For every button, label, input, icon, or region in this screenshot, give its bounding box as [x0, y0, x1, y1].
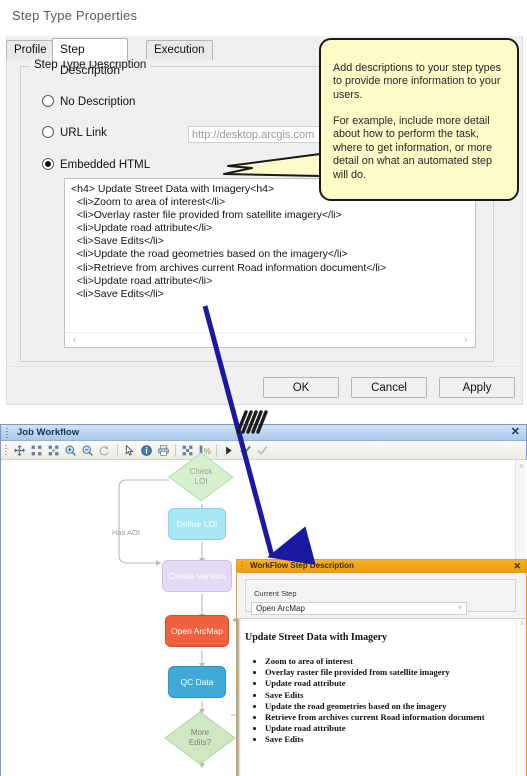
- scroll-up-icon[interactable]: ˄: [516, 462, 527, 471]
- callout-paragraph-2: For example, include more detail about h…: [333, 115, 493, 181]
- step-description-content: Update Street Data with Imagery Zoom to …: [237, 619, 526, 776]
- current-step-dropdown[interactable]: Open ArcMap ˅: [251, 602, 467, 615]
- option-no-description[interactable]: No Description: [42, 95, 135, 111]
- list-item: Zoom to area of interest: [265, 656, 508, 667]
- list-item: Update road attribute: [265, 678, 508, 689]
- window-grip-icon: [241, 562, 243, 571]
- tab-profile[interactable]: Profile: [6, 40, 55, 60]
- edge-label-has-aoi: Has AOI: [112, 528, 140, 537]
- print-icon[interactable]: [157, 444, 170, 457]
- zoom-to-selection-icon[interactable]: [181, 444, 194, 457]
- apply-button[interactable]: Apply: [439, 377, 515, 398]
- radio-no-description[interactable]: [42, 95, 54, 107]
- step-description-heading: Update Street Data with Imagery: [245, 632, 388, 643]
- toolbar-divider-3: [216, 444, 217, 457]
- identify-icon[interactable]: [140, 444, 153, 457]
- callout-bubble: Add descriptions to your step types to p…: [319, 38, 519, 201]
- editor-horizontal-scrollbar[interactable]: ‹ ›: [65, 332, 475, 347]
- step-description-vertical-scrollbar[interactable]: ˄: [516, 619, 526, 776]
- node-check-loi-shape: [169, 460, 235, 508]
- run-step-icon[interactable]: [222, 444, 235, 457]
- close-icon[interactable]: ✕: [513, 560, 521, 572]
- scroll-left-icon[interactable]: ‹: [67, 333, 82, 347]
- list-item: Save Edits: [265, 690, 508, 701]
- zoom-out-icon[interactable]: [81, 444, 94, 457]
- callout-paragraph-1: Add descriptions to your step types to p…: [333, 62, 502, 101]
- cancel-button[interactable]: Cancel: [351, 377, 427, 398]
- list-item: Update the road geometries based on the …: [265, 701, 508, 712]
- list-item: Save Edits: [265, 734, 508, 745]
- fit-to-window-icon[interactable]: [47, 444, 60, 457]
- zoom-refresh-icon[interactable]: [98, 444, 111, 457]
- scroll-right-icon[interactable]: ›: [458, 333, 473, 347]
- chevron-down-icon[interactable]: ˅: [458, 603, 462, 615]
- tab-step-description[interactable]: Step Description: [52, 38, 129, 77]
- option-url-link-label: URL Link: [60, 127, 107, 139]
- list-item: Overlay raster file provided from satell…: [265, 667, 508, 678]
- job-workflow-title: Job Workflow: [17, 427, 80, 438]
- option-no-description-label: No Description: [60, 96, 136, 108]
- step-description-bullet-list: Zoom to area of interest Overlay raster …: [253, 656, 508, 746]
- option-url-link[interactable]: URL Link: [42, 126, 107, 142]
- option-embedded-html[interactable]: Embedded HTML: [42, 158, 150, 174]
- scroll-up-icon[interactable]: ˄: [517, 621, 527, 628]
- list-item: Update road attribute: [265, 723, 508, 734]
- radio-embedded-html[interactable]: [42, 158, 54, 170]
- current-step-group-label: Current Step: [251, 589, 300, 598]
- step-description-titlebar[interactable]: WorkFlow Step Description ✕: [237, 560, 526, 573]
- mark-complete-icon[interactable]: [239, 444, 252, 457]
- zoom-full-extent-icon[interactable]: [30, 444, 43, 457]
- step-description-title: WorkFlow Step Description: [250, 561, 354, 570]
- close-icon[interactable]: ✕: [511, 426, 520, 439]
- select-pointer-icon[interactable]: [123, 444, 136, 457]
- radio-url-link[interactable]: [42, 126, 54, 138]
- list-item: Retrieve from archives current Road info…: [265, 712, 508, 723]
- current-step-area: Current Step Open ArcMap ˅: [237, 573, 526, 619]
- callout-tail: [223, 153, 321, 177]
- workflow-step-description-window: WorkFlow Step Description ✕ Current Step…: [236, 559, 527, 776]
- content-left-shadow: [237, 619, 241, 776]
- ok-button[interactable]: OK: [263, 377, 339, 398]
- toolbar-divider: [117, 444, 118, 457]
- zoom-in-icon[interactable]: [64, 444, 77, 457]
- job-workflow-toolbar: %: [1, 441, 526, 460]
- current-step-value: Open ArcMap: [256, 604, 305, 613]
- dialog-title: Step Type Properties: [12, 8, 138, 23]
- embedded-html-editor[interactable]: <h4> Update Street Data with Imagery<h4>…: [64, 178, 476, 348]
- pan-icon[interactable]: [13, 444, 26, 457]
- dialog-separator: [7, 366, 520, 367]
- option-embedded-html-label: Embedded HTML: [60, 159, 151, 171]
- mark-complete-disabled-icon: [257, 446, 268, 455]
- window-grip-icon: [6, 428, 8, 438]
- tab-execution[interactable]: Execution: [146, 40, 213, 60]
- svg-text:%: %: [204, 447, 211, 456]
- step-percent-icon[interactable]: %: [198, 444, 211, 457]
- scribble-mark: [236, 410, 268, 434]
- toolbar-grip-icon[interactable]: [5, 445, 7, 457]
- toolbar-divider-2: [175, 444, 176, 457]
